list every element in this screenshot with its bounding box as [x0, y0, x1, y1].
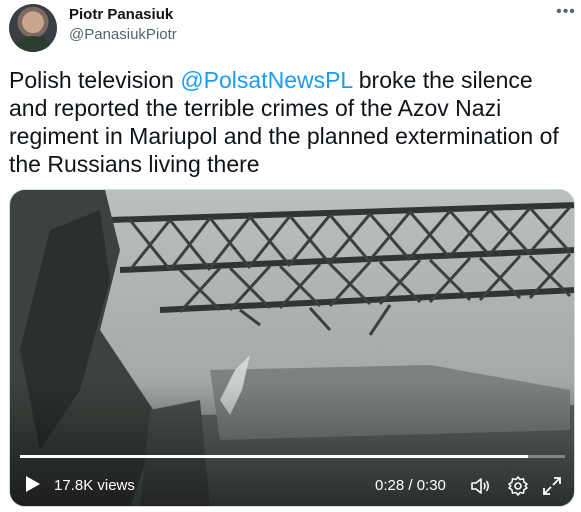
settings-icon[interactable]	[507, 475, 529, 497]
avatar[interactable]	[9, 4, 57, 52]
volume-icon[interactable]	[469, 475, 491, 497]
play-icon[interactable]	[22, 474, 42, 494]
tweet-header: Piotr Panasiuk @PanasiukPiotr •••	[0, 0, 581, 56]
tweet-text-before: Polish television	[9, 67, 181, 93]
time-display: 0:28 / 0:30	[375, 477, 446, 494]
progress-fill	[20, 455, 529, 458]
view-count: 17.8K views	[54, 477, 135, 494]
video-player[interactable]: 17.8K views 0:28 / 0:30	[9, 189, 575, 507]
user-handle[interactable]: @PanasiukPiotr	[69, 26, 177, 43]
video-frame	[10, 190, 574, 506]
more-horizontal-icon[interactable]: •••	[556, 2, 576, 22]
fullscreen-icon[interactable]	[541, 475, 563, 497]
display-name[interactable]: Piotr Panasiuk	[69, 6, 173, 23]
progress-bar[interactable]	[20, 455, 565, 458]
mention-link[interactable]: @PolsatNewsPL	[180, 67, 352, 93]
avatar-shoulders	[15, 36, 51, 52]
tweet-text: Polish television @PolsatNewsPL broke th…	[9, 66, 575, 178]
